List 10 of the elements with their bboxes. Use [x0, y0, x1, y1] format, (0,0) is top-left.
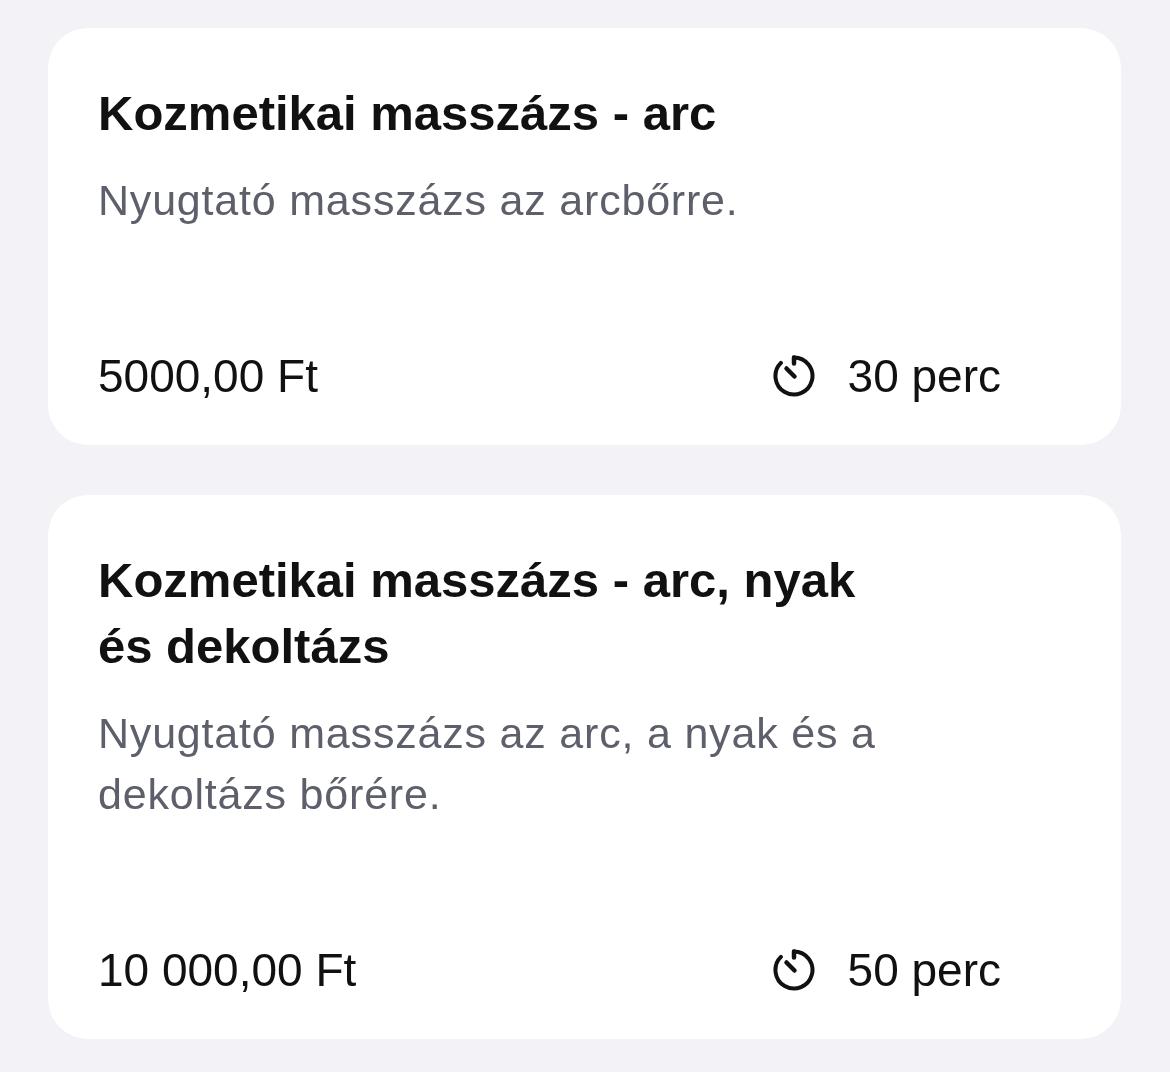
service-card[interactable]: Kozmetikai masszázs - arc, nyak és dekoltázs Nyugtató masszázs az arc, a nyak és a dekoltázs bőrére. 10 000,00 Ft 50 perc	[48, 495, 1121, 1039]
timer-icon	[771, 948, 816, 992]
timer-icon	[771, 354, 816, 398]
service-description: Nyugtató masszázs az arc, a nyak és a dekoltázs bőrére.	[98, 708, 877, 820]
price-text: 5000,00 Ft	[98, 353, 318, 399]
service-description: Nyugtató masszázs az arcbőrre.	[98, 175, 739, 226]
price-text: 10 000,00 Ft	[98, 947, 357, 993]
service-title: Kozmetikai masszázs - arc	[98, 85, 717, 142]
service-card[interactable]: Kozmetikai masszázs - arc Nyugtató masszázs az arcbőrre. 5000,00 Ft 30 perc	[48, 28, 1121, 445]
service-title: Kozmetikai masszázs - arc, nyak és dekoltázs	[98, 552, 857, 675]
